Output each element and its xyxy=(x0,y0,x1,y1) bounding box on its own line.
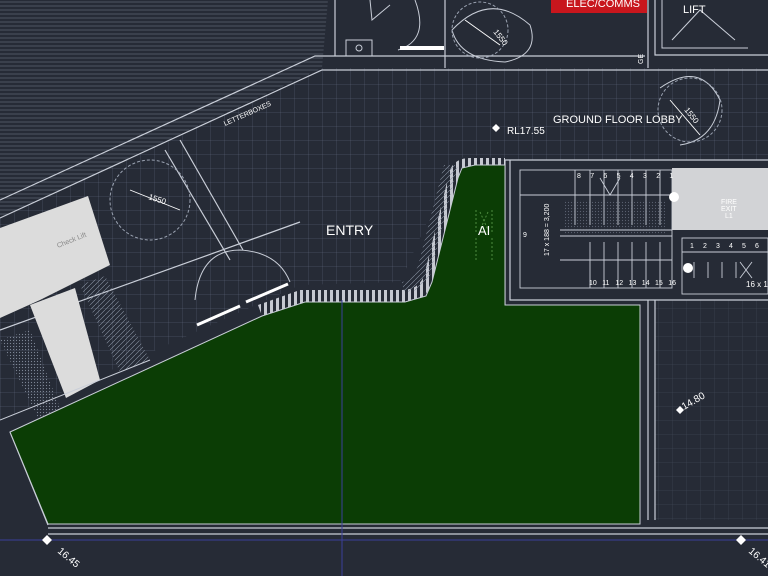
stair-nine: 9 xyxy=(523,232,527,239)
stair-note-b: 16 x 18 xyxy=(746,280,768,289)
stair-riser-number: 11 xyxy=(602,280,609,287)
stair-riser-number: 6 xyxy=(603,173,607,180)
stair-riser-number: 8 xyxy=(577,173,581,180)
stair-riser-number: 1 xyxy=(690,243,694,250)
stair-riser-number: 13 xyxy=(629,280,637,287)
stair-riser-number: 4 xyxy=(630,173,634,180)
stair-riser-number: 5 xyxy=(617,173,621,180)
ge-label: GE xyxy=(638,54,645,64)
stair-riser-number: 12 xyxy=(615,280,623,287)
stair-riser-number: 15 xyxy=(655,280,663,287)
right-grid xyxy=(655,300,768,520)
entry-label: ENTRY xyxy=(326,222,374,238)
stair-b-marker xyxy=(683,263,693,273)
fire-exit-line2: EXIT xyxy=(721,206,737,213)
stair-riser-number: 5 xyxy=(742,243,746,250)
stair-riser-number: 16 xyxy=(668,280,676,287)
stair-riser-number: 7 xyxy=(590,173,594,180)
ai-label: AI xyxy=(478,223,490,238)
stair-riser-number: 6 xyxy=(755,243,759,250)
fire-exit-marker xyxy=(669,192,679,202)
rl-level-label: RL17.55 xyxy=(507,126,545,137)
floor-plan-canvas[interactable]: ELEC/COMMS LIFT GE GROUND FLOOR LOBBY RL… xyxy=(0,0,768,576)
stair-riser-number: 14 xyxy=(642,280,650,287)
stair-riser-number: 2 xyxy=(703,243,707,250)
elec-comms-label: ELEC/COMMS xyxy=(566,0,640,10)
lift-label: LIFT xyxy=(683,4,706,16)
stair-riser-number: 10 xyxy=(589,280,597,287)
stair-riser-number: 3 xyxy=(716,243,720,250)
stair-a-hatch xyxy=(565,200,665,234)
stair-riser-number: 1 xyxy=(669,173,673,180)
ground-floor-lobby-label: GROUND FLOOR LOBBY xyxy=(553,114,683,126)
fire-exit-line1: FIRE xyxy=(721,199,737,206)
stair-riser-number: 3 xyxy=(643,173,647,180)
fire-exit-line3: L1 xyxy=(725,213,733,220)
stair-riser-number: 4 xyxy=(729,243,733,250)
stair-riser-number: 2 xyxy=(656,173,660,180)
fire-exit-panel xyxy=(672,168,768,230)
door-swing-bar xyxy=(400,46,444,50)
stair-note-a: 17 x 188 = 3,200 xyxy=(544,204,551,256)
